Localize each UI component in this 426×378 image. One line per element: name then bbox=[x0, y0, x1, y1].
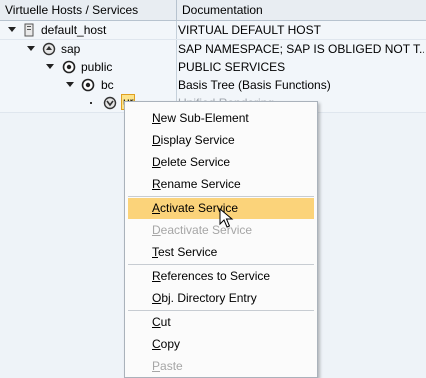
expand-arrow-icon[interactable] bbox=[46, 64, 54, 69]
tree-label: public bbox=[81, 60, 113, 74]
tree-label: bc bbox=[101, 78, 114, 92]
menu-item-copy[interactable]: Copy bbox=[128, 334, 314, 355]
menu-item-label: elete Service bbox=[160, 155, 231, 169]
menu-item-mnemonic: C bbox=[152, 337, 161, 351]
menu-item-label: isplay Service bbox=[160, 133, 235, 147]
tree-row-public[interactable]: public PUBLIC SERVICES bbox=[0, 58, 426, 77]
menu-item-label: bj. Directory Entry bbox=[161, 291, 257, 305]
menu-item-label: eferences to Service bbox=[160, 269, 271, 283]
service-folder-icon bbox=[81, 78, 95, 92]
expand-arrow-icon[interactable] bbox=[27, 46, 35, 51]
tree-row-sap[interactable]: sap SAP NAMESPACE; SAP IS OBLIGED NOT T.… bbox=[0, 40, 426, 59]
menu-item-label: eactivate Service bbox=[160, 223, 253, 237]
tree-label: sap bbox=[61, 42, 81, 56]
menu-item-mnemonic: R bbox=[152, 269, 161, 283]
expand-arrow-icon[interactable] bbox=[66, 82, 74, 87]
menu-item-label: ut bbox=[160, 315, 171, 329]
menu-item-mnemonic: R bbox=[152, 177, 161, 191]
menu-separator bbox=[128, 310, 314, 311]
menu-item-label: opy bbox=[160, 337, 181, 351]
column-header-documentation[interactable]: Documentation bbox=[177, 0, 426, 20]
menu-item-paste: Paste bbox=[128, 356, 314, 377]
column-header-hosts[interactable]: Virtuelle Hosts / Services bbox=[0, 0, 177, 20]
menu-item-rename-service[interactable]: Rename Service bbox=[128, 174, 314, 195]
namespace-icon bbox=[42, 42, 56, 56]
documentation-cell: PUBLIC SERVICES bbox=[178, 60, 286, 74]
menu-item-mnemonic: N bbox=[152, 111, 161, 125]
menu-separator bbox=[128, 264, 314, 265]
menu-item-label: est Service bbox=[158, 245, 218, 259]
leaf-dot-icon bbox=[90, 102, 92, 104]
menu-item-obj-directory-entry[interactable]: Obj. Directory Entry bbox=[128, 288, 314, 309]
menu-item-mnemonic: D bbox=[152, 223, 161, 237]
expand-arrow-icon[interactable] bbox=[8, 27, 16, 32]
menu-item-mnemonic: A bbox=[152, 201, 161, 215]
column-header-bar: Virtuelle Hosts / Services Documentation bbox=[0, 0, 426, 21]
tree-row-default-host[interactable]: default_host VIRTUAL DEFAULT HOST bbox=[0, 21, 426, 40]
menu-separator bbox=[128, 196, 314, 197]
menu-item-references-to-service[interactable]: References to Service bbox=[128, 266, 314, 287]
service-folder-icon bbox=[62, 60, 76, 74]
menu-item-test-service[interactable]: Test Service bbox=[128, 242, 314, 263]
tree-cell: public bbox=[0, 58, 177, 76]
service-icon bbox=[103, 96, 117, 110]
documentation-cell: SAP NAMESPACE; SAP IS OBLIGED NOT T... bbox=[178, 42, 424, 56]
tree-cell: bc bbox=[0, 76, 177, 94]
menu-item-mnemonic: P bbox=[152, 359, 161, 373]
menu-item-mnemonic: D bbox=[152, 133, 161, 147]
mouse-pointer-icon bbox=[219, 208, 234, 228]
menu-item-mnemonic: C bbox=[152, 315, 161, 329]
menu-item-label: ename Service bbox=[160, 177, 241, 191]
menu-item-delete-service[interactable]: Delete Service bbox=[128, 152, 314, 173]
documentation-cell: VIRTUAL DEFAULT HOST bbox=[178, 23, 321, 37]
menu-item-label: ew Sub-Element bbox=[160, 111, 249, 125]
menu-item-cut[interactable]: Cut bbox=[128, 312, 314, 333]
documentation-cell: Basis Tree (Basis Functions) bbox=[178, 78, 331, 92]
host-icon bbox=[24, 23, 34, 37]
context-menu: New Sub-Element Display Service Delete S… bbox=[124, 101, 318, 378]
tree-cell: default_host bbox=[0, 21, 177, 39]
tree-cell: sap bbox=[0, 40, 177, 58]
menu-item-mnemonic: O bbox=[152, 291, 162, 305]
tree-row-bc[interactable]: bc Basis Tree (Basis Functions) bbox=[0, 76, 426, 95]
menu-item-new-sub-element[interactable]: New Sub-Element bbox=[128, 108, 314, 129]
menu-item-display-service[interactable]: Display Service bbox=[128, 130, 314, 151]
menu-item-mnemonic: D bbox=[152, 155, 161, 169]
menu-item-label: aste bbox=[160, 359, 183, 373]
tree-label: default_host bbox=[41, 23, 107, 37]
